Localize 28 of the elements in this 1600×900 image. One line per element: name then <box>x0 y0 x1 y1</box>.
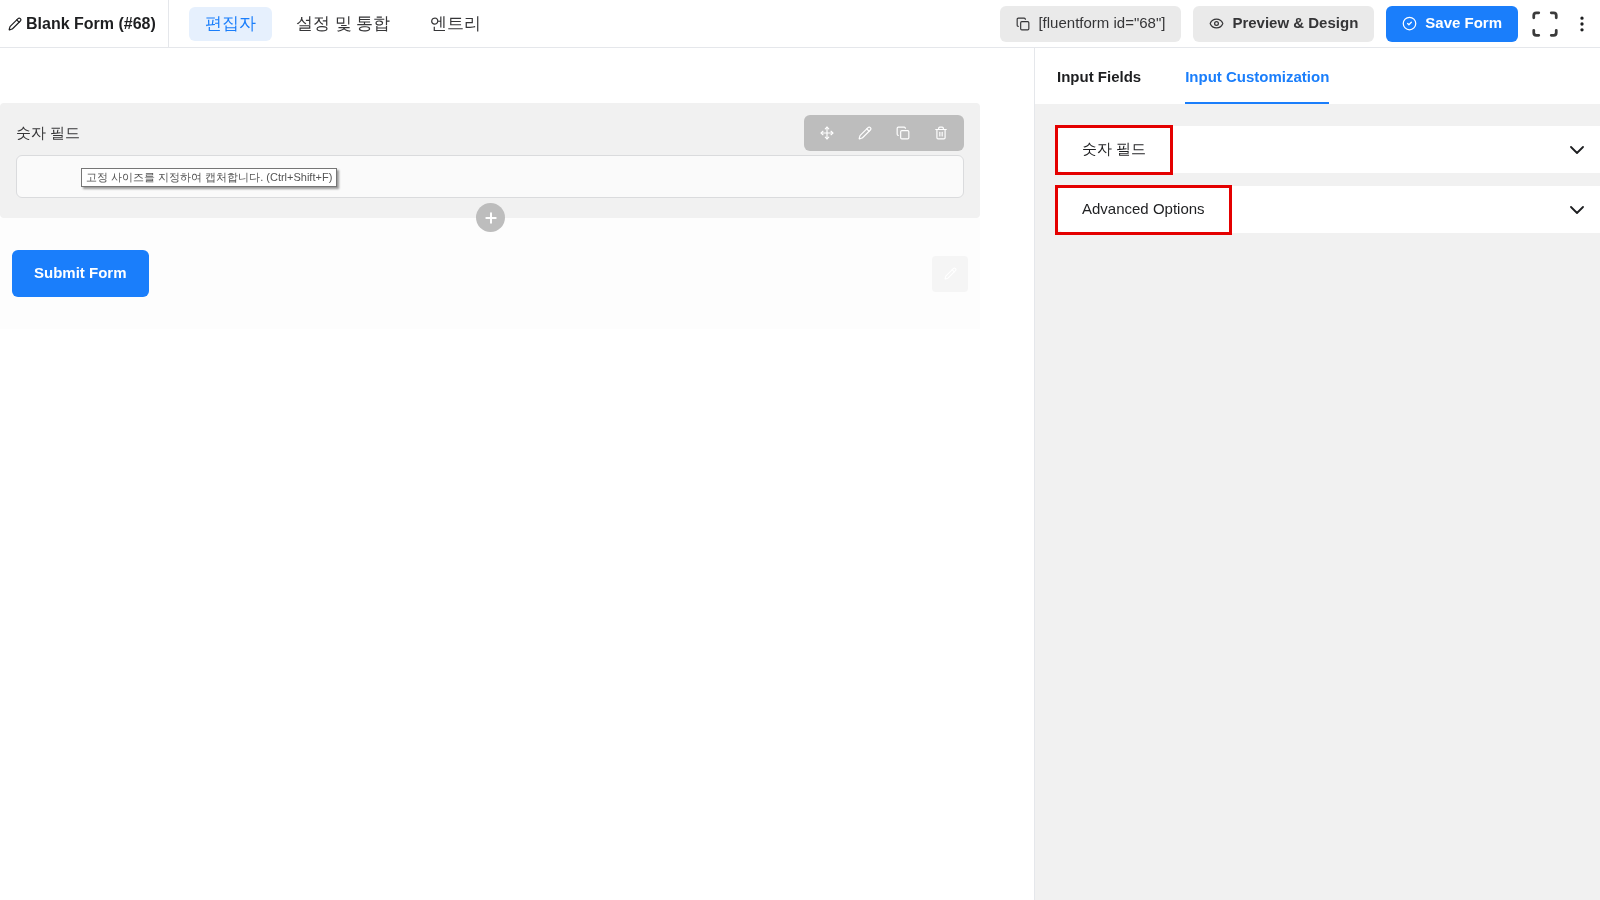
copy-icon <box>1016 16 1031 31</box>
accordion-header[interactable]: 숫자 필드 <box>1055 126 1600 173</box>
copy-icon[interactable] <box>896 126 910 140</box>
save-button[interactable]: Save Form <box>1386 5 1518 42</box>
shortcode-button[interactable]: [fluentform id="68"] <box>1000 5 1182 42</box>
sidebar-tab[interactable]: Input Customization <box>1185 48 1330 104</box>
form-title: Blank Form (#68) <box>26 13 156 34</box>
accordion-header[interactable]: Advanced Options <box>1055 186 1600 233</box>
section-title: 숫자 필드 <box>1055 124 1174 175</box>
pencil-icon <box>8 16 22 31</box>
preview-button[interactable]: Preview & Design <box>1193 5 1375 42</box>
section-title: Advanced Options <box>1055 184 1232 235</box>
check-icon <box>1402 16 1418 31</box>
field-label: 숫자 필드 <box>16 122 81 143</box>
sidebar-tab[interactable]: Input Fields <box>1057 48 1142 104</box>
nav-tab[interactable]: 설정 및 통합 <box>279 6 407 41</box>
number-input[interactable]: 고정 사이즈를 지정하여 캡처합니다. (Ctrl+Shift+F) <box>16 155 964 198</box>
eye-icon <box>1209 16 1225 31</box>
submit-button[interactable]: Submit Form <box>12 250 149 297</box>
nav-tab[interactable]: 엔트리 <box>414 6 498 41</box>
tooltip: 고정 사이즈를 지정하여 캡처합니다. (Ctrl+Shift+F) <box>81 168 338 187</box>
chevron-icon <box>1570 205 1584 214</box>
delete-icon[interactable] <box>934 126 948 140</box>
move-icon[interactable] <box>820 126 834 140</box>
plus-icon <box>482 209 499 226</box>
edit-icon[interactable] <box>858 126 872 140</box>
chevron-icon <box>1570 145 1584 154</box>
fullscreen-icon[interactable] <box>1530 8 1560 39</box>
